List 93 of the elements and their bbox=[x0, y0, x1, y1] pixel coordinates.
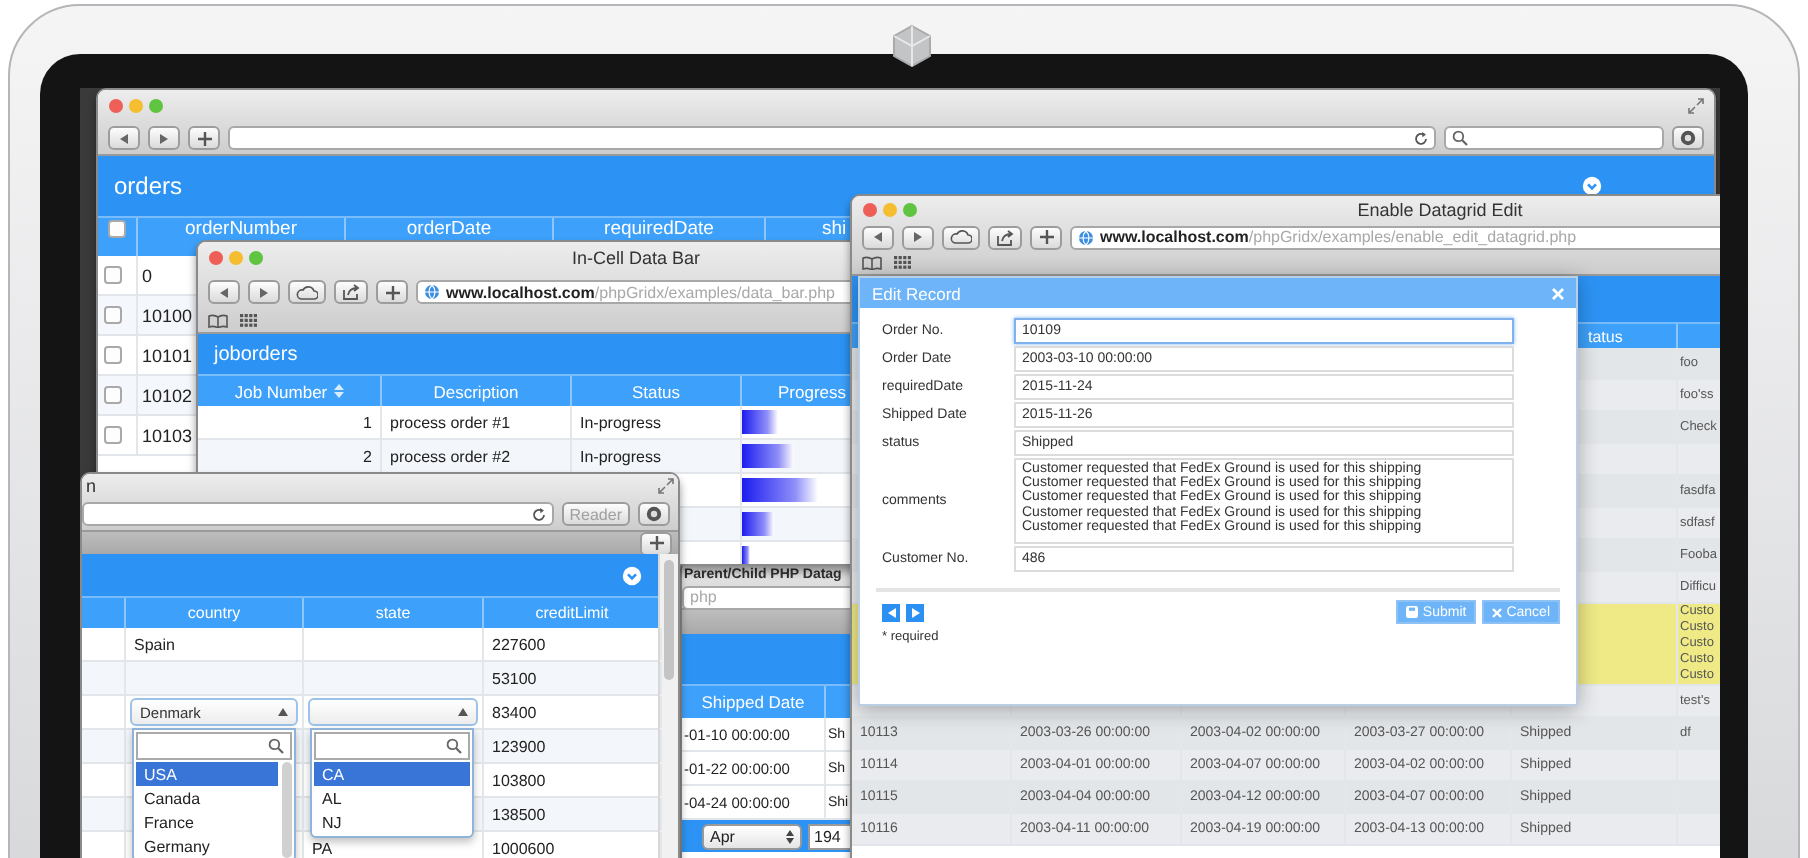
left-triangle-icon bbox=[874, 232, 882, 242]
globe-icon bbox=[424, 284, 440, 300]
next-button[interactable] bbox=[906, 603, 924, 621]
sort-icon bbox=[333, 384, 344, 398]
stepper-icon bbox=[786, 829, 794, 843]
caret-icon bbox=[278, 708, 288, 716]
column-label: Job Number bbox=[234, 381, 328, 401]
table-cell: Spain bbox=[126, 628, 304, 660]
extension-button[interactable] bbox=[1672, 126, 1704, 150]
circle-icon bbox=[1680, 130, 1696, 146]
dropdown-option[interactable]: CA bbox=[314, 762, 470, 786]
left-triangle-icon bbox=[887, 607, 895, 617]
year-field[interactable]: 194 bbox=[808, 823, 852, 849]
cloud-button[interactable] bbox=[288, 280, 326, 304]
table-cell: 1 bbox=[198, 406, 382, 438]
checkbox[interactable] bbox=[104, 346, 122, 364]
reload-icon bbox=[1414, 131, 1428, 145]
reload-icon bbox=[531, 507, 546, 521]
book-icon bbox=[208, 314, 228, 328]
plus-icon bbox=[385, 285, 399, 299]
address-field[interactable] bbox=[82, 502, 554, 526]
grid-title: orders bbox=[114, 172, 183, 200]
left-triangle-icon bbox=[220, 287, 228, 297]
window-title: n bbox=[86, 476, 97, 496]
table-cell: process order #1 bbox=[382, 406, 572, 438]
search-icon bbox=[446, 738, 462, 754]
window-controls-icon[interactable] bbox=[208, 250, 264, 266]
right-triangle-icon bbox=[914, 232, 922, 242]
right-triangle-icon bbox=[160, 133, 168, 143]
extension-button[interactable] bbox=[638, 502, 670, 526]
new-tab-button[interactable] bbox=[376, 280, 408, 304]
dropdown-option[interactable]: USA bbox=[136, 762, 278, 786]
dialog-title: Edit Record bbox=[872, 283, 961, 303]
book-icon bbox=[862, 256, 882, 270]
close-icon[interactable] bbox=[1552, 287, 1564, 299]
previous-button[interactable] bbox=[882, 603, 900, 621]
plus-icon bbox=[649, 536, 663, 550]
forward-button[interactable] bbox=[248, 280, 280, 304]
share-icon bbox=[996, 229, 1014, 245]
checkbox[interactable] bbox=[104, 266, 122, 284]
collapse-icon[interactable] bbox=[622, 565, 642, 585]
share-icon bbox=[342, 284, 360, 300]
plus-icon bbox=[1039, 230, 1053, 244]
save-icon bbox=[1406, 606, 1419, 618]
window-controls-icon[interactable] bbox=[862, 201, 918, 217]
back-button[interactable] bbox=[108, 126, 140, 150]
forward-button[interactable] bbox=[902, 225, 934, 249]
back-button[interactable] bbox=[862, 225, 894, 249]
address-field[interactable]: www.localhost.com/phpGridx/examples/enable_edit_datagrid.php bbox=[1070, 225, 1720, 249]
left-triangle-icon bbox=[120, 133, 128, 143]
window-controls-icon[interactable] bbox=[108, 98, 164, 114]
checkbox[interactable] bbox=[104, 306, 122, 324]
checkbox[interactable] bbox=[104, 426, 122, 444]
collapse-icon[interactable] bbox=[1582, 176, 1602, 196]
globe-icon bbox=[1078, 229, 1094, 245]
grid-title: joborders bbox=[214, 343, 298, 365]
search-icon bbox=[1452, 130, 1468, 146]
scrollbar bbox=[282, 762, 292, 858]
search-field[interactable] bbox=[314, 732, 470, 760]
url-text: www.localhost.com/phpGridx/examples/data_bar.php bbox=[446, 283, 835, 301]
search-icon bbox=[268, 738, 284, 754]
checkbox[interactable] bbox=[104, 386, 122, 404]
grid-icon bbox=[894, 256, 912, 270]
right-triangle-icon bbox=[911, 607, 919, 617]
caret-icon bbox=[458, 708, 468, 716]
right-triangle-icon bbox=[260, 287, 268, 297]
share-button[interactable] bbox=[988, 225, 1022, 249]
new-tab-button[interactable] bbox=[1030, 225, 1062, 249]
forward-button[interactable] bbox=[148, 126, 180, 150]
search-field[interactable] bbox=[1444, 126, 1664, 150]
checkbox[interactable] bbox=[108, 220, 126, 238]
window-title: In-Cell Data Bar bbox=[571, 248, 701, 268]
cloud-icon bbox=[950, 230, 972, 244]
month-select[interactable]: Apr bbox=[702, 823, 802, 849]
grid-icon bbox=[240, 314, 258, 328]
plus-icon bbox=[197, 131, 211, 145]
back-button[interactable] bbox=[208, 280, 240, 304]
window-title: Enable Datagrid Edit bbox=[1357, 199, 1523, 219]
fullscreen-icon bbox=[1688, 98, 1704, 114]
share-button[interactable] bbox=[334, 280, 368, 304]
state-select[interactable] bbox=[308, 698, 478, 726]
search-field[interactable] bbox=[136, 732, 292, 760]
close-icon bbox=[1492, 607, 1503, 617]
new-tab-button[interactable] bbox=[640, 531, 672, 555]
table-cell: PA bbox=[304, 832, 484, 858]
fullscreen-icon bbox=[658, 478, 674, 494]
cloud-button[interactable] bbox=[942, 225, 980, 249]
circle-icon bbox=[646, 506, 662, 522]
url-text: www.localhost.com/phpGridx/examples/enable_edit_datagrid.php bbox=[1100, 228, 1577, 246]
url-text: php bbox=[690, 588, 717, 606]
address-field[interactable] bbox=[228, 126, 1436, 150]
new-tab-button[interactable] bbox=[188, 126, 220, 150]
cloud-icon bbox=[296, 285, 318, 299]
